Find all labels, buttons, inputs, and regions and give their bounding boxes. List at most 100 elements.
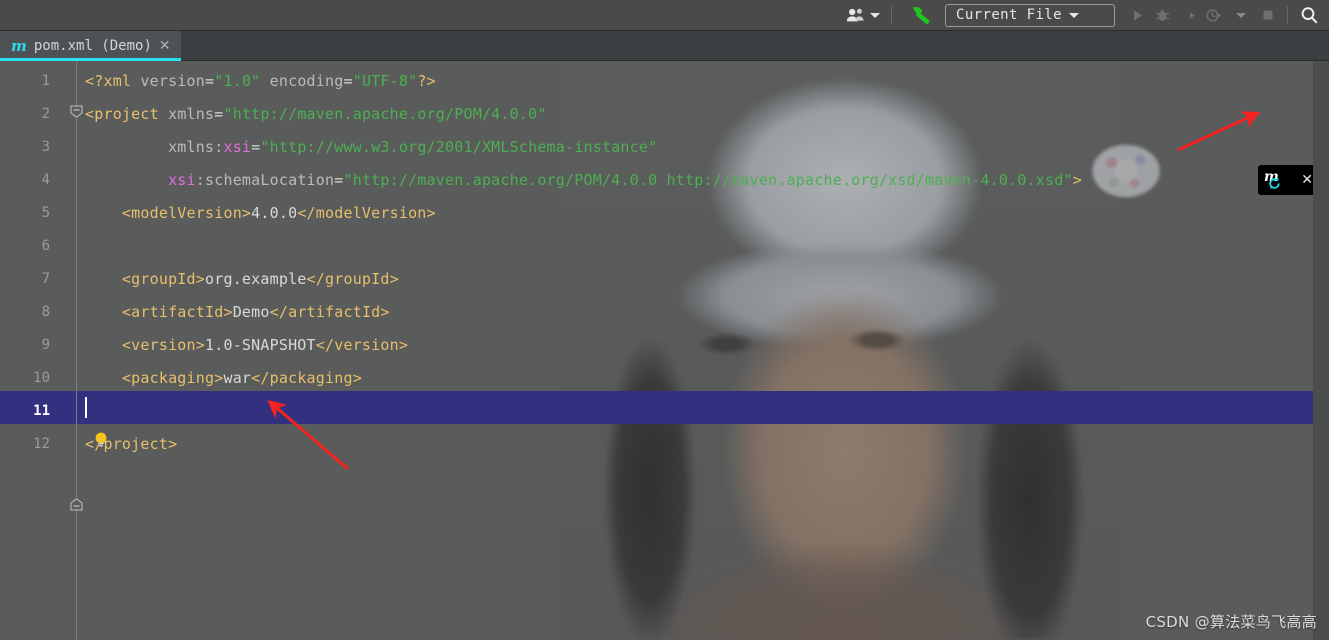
- line-number: 10: [33, 370, 50, 386]
- debug-button[interactable]: [1150, 2, 1175, 28]
- code-token: </packaging>: [251, 369, 362, 387]
- code-token: 1.0-SNAPSHOT: [205, 336, 316, 354]
- editor-gutter[interactable]: 1 2 3 4 5 6 7 8 9 10 11 12: [0, 61, 76, 640]
- code-token: version: [131, 72, 206, 90]
- code-token: "http://www.w3.org/2001/XMLSchema-instan…: [260, 138, 658, 156]
- refresh-icon: [1269, 177, 1280, 190]
- maven-m-icon: m: [11, 36, 27, 55]
- csdn-watermark: CSDN @算法菜鸟飞高高: [1145, 613, 1317, 631]
- run-with-coverage-button[interactable]: [1175, 2, 1201, 28]
- code-token: 4.0.0: [251, 204, 298, 222]
- editor-tab-pom-xml[interactable]: m pom.xml (Demo) ✕: [0, 31, 181, 61]
- run-configuration-selector[interactable]: Current File: [945, 3, 1115, 27]
- line-number: 7: [41, 271, 50, 287]
- code-token: "http://maven.apache.org/POM/4.0.0 http:…: [343, 171, 1073, 189]
- chevron-down-icon: [1068, 12, 1079, 18]
- editor-tab-bar: m pom.xml (Demo) ✕: [0, 31, 1329, 61]
- fold-end-icon[interactable]: [70, 498, 83, 511]
- chevron-down-icon: [870, 12, 880, 18]
- code-line-5: <modelVersion>4.0.0</modelVersion>: [85, 197, 436, 230]
- code-token: <packaging>: [85, 369, 224, 387]
- code-token: xmlns:: [85, 138, 224, 156]
- run-configuration-label: Current File: [956, 7, 1062, 23]
- code-token: :schemaLocation: [195, 171, 335, 189]
- code-token: Demo: [232, 303, 270, 321]
- line-number: 4: [41, 172, 50, 188]
- line-number: 2: [41, 106, 50, 122]
- run-button[interactable]: [1125, 2, 1150, 28]
- background-face-detail-left: [700, 333, 754, 355]
- chevron-down-icon: [1236, 12, 1246, 18]
- code-token: <?xml: [85, 72, 132, 90]
- text-caret: [85, 397, 87, 418]
- run-more-button[interactable]: [1227, 2, 1250, 28]
- code-line-7: <groupId>org.example</groupId>: [85, 263, 399, 296]
- code-token: </modelVersion>: [297, 204, 436, 222]
- code-token: </project>: [85, 435, 178, 453]
- stop-button[interactable]: [1256, 2, 1280, 28]
- line-number: 1: [41, 73, 50, 89]
- search-everywhere-button[interactable]: [1295, 2, 1323, 28]
- users-icon: [846, 8, 864, 22]
- code-token: <artifactId>: [85, 303, 233, 321]
- code-line-2: <project xmlns="http://maven.apache.org/…: [85, 98, 547, 131]
- current-line-highlight: [0, 391, 1313, 424]
- code-token: <groupId>: [85, 270, 205, 288]
- editor-tab-label: pom.xml (Demo): [33, 38, 152, 54]
- code-token: org.example: [205, 270, 307, 288]
- code-line-8: <artifactId>Demo</artifactId>: [85, 296, 390, 329]
- build-project-button[interactable]: [905, 2, 939, 28]
- run-controls-group: [1125, 0, 1280, 31]
- code-editor[interactable]: 1 2 3 4 5 6 7 8 9 10 11 12 <?xml version…: [0, 61, 1329, 640]
- code-line-1: <?xml version="1.0" encoding="UTF-8"?>: [85, 65, 436, 98]
- code-token: war: [223, 369, 252, 387]
- code-line-10: <packaging>war</packaging>: [85, 362, 362, 395]
- code-token: </version>: [315, 336, 409, 354]
- run-with-coverage-icon: [1182, 9, 1195, 21]
- line-number: 3: [41, 139, 50, 155]
- code-token: >: [1072, 171, 1082, 189]
- maven-reload-icon[interactable]: m: [1264, 169, 1284, 190]
- code-line-4: xsi:schemaLocation="http://maven.apache.…: [85, 164, 1082, 197]
- maven-reload-popup[interactable]: m ✕: [1258, 165, 1320, 195]
- users-button[interactable]: [842, 2, 884, 28]
- line-number: 12: [33, 436, 50, 452]
- code-token: xsi: [223, 138, 252, 156]
- code-token: <modelVersion>: [85, 204, 252, 222]
- code-line-3: xmlns:xsi="http://www.w3.org/2001/XMLSch…: [85, 131, 657, 164]
- fold-minus-icon[interactable]: [70, 105, 83, 118]
- line-number-current: 11: [33, 403, 50, 419]
- toolbar-separator-1: [891, 6, 892, 24]
- code-token: =: [343, 72, 353, 90]
- line-number: 5: [41, 205, 50, 221]
- code-token: </groupId>: [306, 270, 399, 288]
- code-line-12: </project>: [85, 428, 177, 461]
- close-icon[interactable]: ✕: [159, 39, 171, 53]
- line-number: 6: [41, 238, 50, 254]
- toolbar-user-group: [842, 0, 884, 31]
- search-icon: [1301, 7, 1318, 24]
- stop-square-icon: [1263, 10, 1273, 20]
- code-token: <version>: [85, 336, 205, 354]
- toolbar-separator-2: [1287, 6, 1288, 24]
- run-with-profiler-button[interactable]: [1201, 2, 1227, 28]
- code-folding-rail: [76, 61, 77, 640]
- background-cap-patch: [1090, 143, 1162, 199]
- run-play-icon: [1134, 9, 1142, 21]
- close-icon[interactable]: ✕: [1301, 173, 1313, 187]
- code-token: xmlns: [158, 105, 215, 123]
- code-token: "1.0": [214, 72, 261, 90]
- code-token: <project: [85, 105, 159, 123]
- code-token: ?>: [417, 72, 436, 90]
- main-toolbar: Current File: [0, 0, 1329, 31]
- debug-bug-icon: [1155, 8, 1170, 21]
- hammer-icon: [912, 7, 930, 25]
- code-token: "UTF-8": [352, 72, 418, 90]
- code-token: "http://maven.apache.org/POM/4.0.0": [223, 105, 547, 123]
- background-face-detail-right: [850, 329, 904, 351]
- editor-right-margin-strip: [1313, 61, 1329, 640]
- line-number: 8: [41, 304, 50, 320]
- run-with-profiler-icon: [1206, 8, 1222, 22]
- code-token: xsi: [168, 171, 196, 189]
